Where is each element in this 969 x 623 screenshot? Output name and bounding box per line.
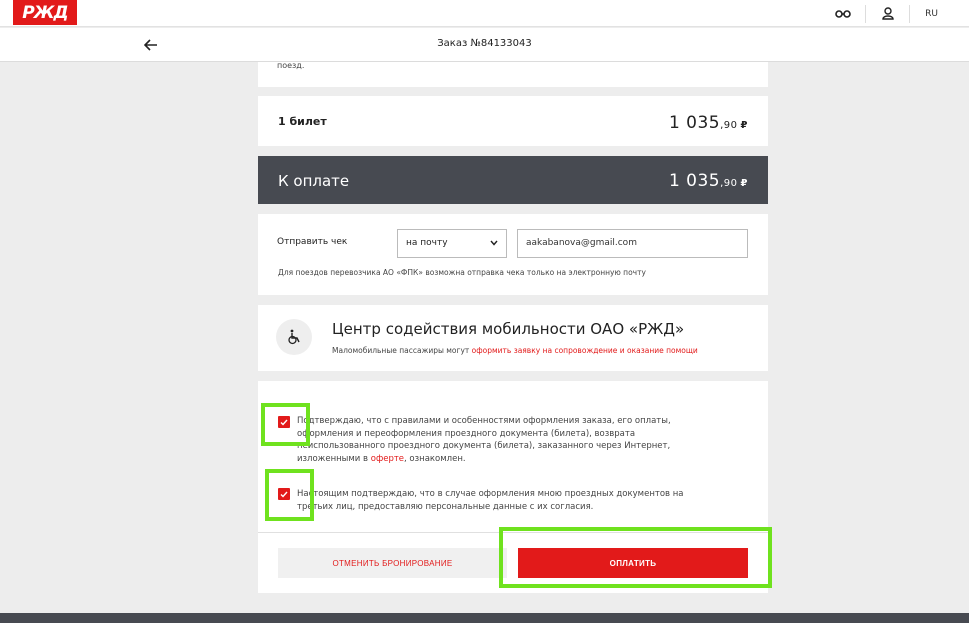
mobility-title: Центр содействия мобильности ОАО «РЖД» bbox=[332, 320, 685, 338]
receipt-note: Для поездов перевозчика АО «ФПК» возможн… bbox=[278, 268, 646, 277]
footer-bar bbox=[0, 613, 969, 623]
email-field[interactable]: aakabanova@gmail.com bbox=[517, 229, 748, 258]
mobility-center-card: Центр содействия мобильности ОАО «РЖД» М… bbox=[258, 305, 768, 371]
top-icons: RU bbox=[821, 0, 953, 27]
order-title: Заказ №84133043 bbox=[437, 38, 532, 49]
receipt-method-select[interactable]: на почту bbox=[397, 229, 507, 258]
agree-rules-line-1: Подтверждаю, что с правилами и особеннос… bbox=[297, 416, 671, 426]
wheelchair-icon bbox=[276, 319, 312, 355]
mobility-request-link[interactable]: оформить заявку на сопровождение и оказа… bbox=[472, 346, 698, 355]
receipt-label: Отправить чек bbox=[277, 237, 348, 247]
ruble-sign: ₽ bbox=[740, 178, 748, 189]
agree-rules-text: Подтверждаю, что с правилами и особеннос… bbox=[297, 415, 671, 465]
agree-third-party-text: Настоящим подтверждаю, что в случае офор… bbox=[297, 488, 684, 513]
receipt-section: Отправить чек на почту aakabanova@gmail.… bbox=[258, 214, 768, 295]
mobility-subtitle: Маломобильные пассажиры могут оформить з… bbox=[332, 346, 698, 355]
agree-rules-line-2: оформления и переоформления проездного д… bbox=[297, 428, 636, 439]
ruble-sign: ₽ bbox=[740, 120, 748, 131]
cancel-booking-button[interactable]: ОТМЕНИТЬ БРОНИРОВАНИЕ bbox=[278, 548, 507, 578]
agree-rules-line-4-suffix: , ознакомлен. bbox=[404, 453, 466, 464]
tickets-price-kop: ,90 bbox=[720, 120, 738, 131]
tickets-summary: 1 билет 1 035,90 ₽ bbox=[258, 96, 768, 146]
glasses-icon[interactable] bbox=[821, 5, 865, 23]
mobility-subtitle-text: Маломобильные пассажиры могут bbox=[332, 346, 472, 355]
info-note-text: поезд. bbox=[277, 61, 305, 70]
agree-rules-line-4-prefix: изложенными в bbox=[297, 453, 371, 464]
total-price-main: 1 035 bbox=[668, 171, 721, 191]
total-price-kop: ,90 bbox=[720, 178, 738, 189]
agree-third-party-line-2: третьих лиц, предоставляю персональные д… bbox=[297, 501, 594, 512]
highlight-box-third-party-checkbox bbox=[265, 469, 314, 521]
rzd-logo[interactable]: РЖД bbox=[13, 0, 77, 25]
top-bar: РЖД RU bbox=[0, 0, 969, 27]
agree-third-party-line-1: Настоящим подтверждаю, что в случае офор… bbox=[297, 489, 684, 499]
user-icon[interactable] bbox=[865, 4, 909, 23]
agree-rules-line-3: неиспользованного проездного документа (… bbox=[297, 441, 671, 451]
highlight-box-rules-checkbox bbox=[261, 403, 310, 446]
order-bar: Заказ №84133043 bbox=[0, 28, 969, 62]
language-switch[interactable]: RU bbox=[909, 4, 953, 23]
total-label: К оплате bbox=[278, 172, 350, 190]
highlight-box-pay-button bbox=[499, 527, 772, 588]
agree-rules-line-4: изложенными в оферте, ознакомлен. bbox=[297, 453, 671, 466]
tickets-label: 1 билет bbox=[278, 115, 327, 128]
info-note-card: поезд. bbox=[258, 61, 768, 87]
total-price: 1 035,90 ₽ bbox=[669, 171, 748, 191]
chevron-down-icon bbox=[490, 239, 498, 249]
total-to-pay: К оплате 1 035,90 ₽ bbox=[258, 156, 768, 204]
tickets-price: 1 035,90 ₽ bbox=[669, 113, 748, 133]
tickets-price-main: 1 035 bbox=[668, 113, 721, 133]
offer-link[interactable]: оферте bbox=[371, 454, 404, 464]
receipt-method-value: на почту bbox=[406, 238, 448, 248]
